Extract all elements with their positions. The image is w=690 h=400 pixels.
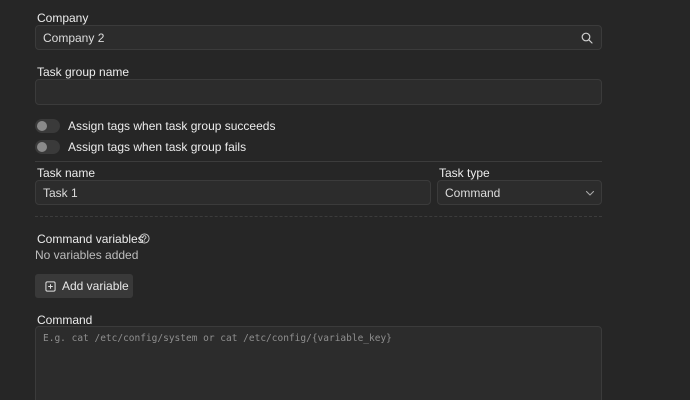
chevron-down-icon [585,190,595,196]
plus-square-icon [45,280,56,292]
dashed-divider [35,216,602,217]
task-group-form: Company Company 2 Task group name Assign… [0,0,690,400]
add-variable-button[interactable]: Add variable [35,274,133,298]
task-type-value: Command [445,185,501,200]
task-group-name-input[interactable] [35,79,602,105]
toggle-knob [37,121,47,131]
command-textarea[interactable]: E.g. cat /etc/config/system or cat /etc/… [35,326,602,400]
section-divider [35,161,602,162]
command-label: Command [37,313,93,327]
succeeds-toggle-label: Assign tags when task group succeeds [68,119,276,133]
task-name-input[interactable]: Task 1 [35,180,431,205]
company-value: Company 2 [43,30,105,45]
command-variables-label: Command variables [37,232,144,246]
help-circle-icon[interactable] [139,233,150,244]
fails-toggle[interactable] [35,140,60,154]
task-type-select[interactable]: Command [437,180,602,205]
task-group-name-label: Task group name [37,65,130,79]
toggle-row-succeeds: Assign tags when task group succeeds [35,118,275,134]
task-type-label: Task type [439,166,490,180]
add-variable-label: Add variable [62,279,129,293]
company-label: Company [37,11,89,25]
succeeds-toggle[interactable] [35,119,60,133]
no-variables-text: No variables added [35,248,139,262]
company-select[interactable]: Company 2 [35,25,602,50]
task-name-value: Task 1 [43,185,78,200]
search-icon[interactable] [581,32,593,44]
fails-toggle-label: Assign tags when task group fails [68,140,247,154]
command-placeholder: E.g. cat /etc/config/system or cat /etc/… [43,333,392,344]
task-name-label: Task name [37,166,96,180]
toggle-row-fails: Assign tags when task group fails [35,139,246,155]
toggle-knob [37,142,47,152]
